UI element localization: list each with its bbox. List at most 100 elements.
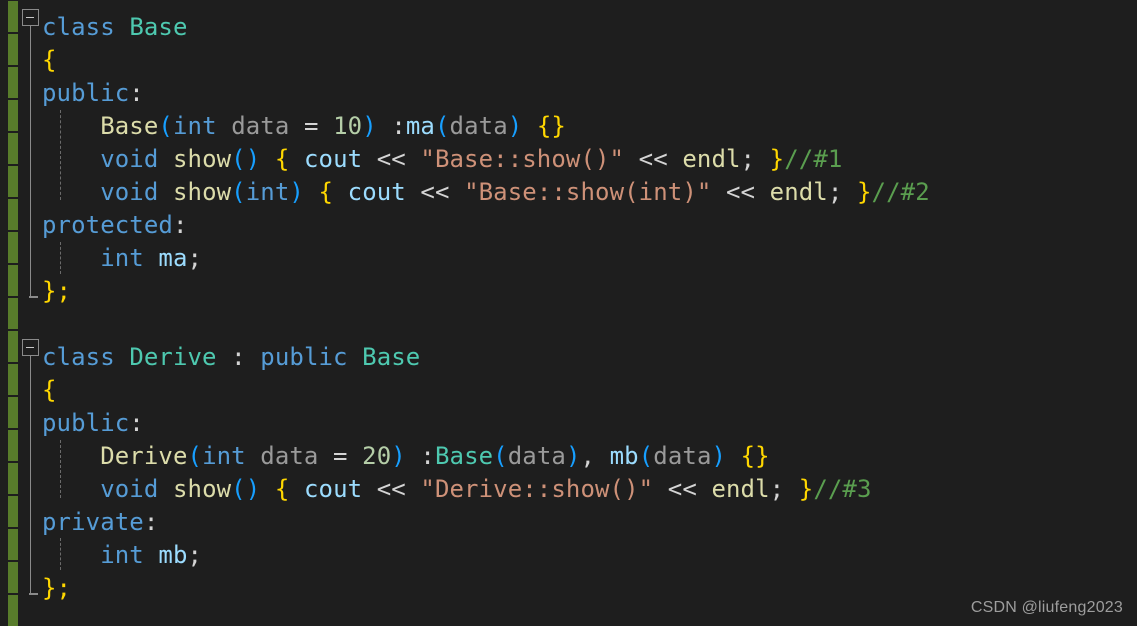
token-paren: ) (711, 442, 727, 470)
token-operator: << (376, 475, 406, 503)
code-content[interactable]: class Base { public: Base(int data = 10)… (0, 0, 1137, 625)
token-brace: {} (536, 112, 566, 140)
token-variable: cout (303, 145, 363, 173)
token-colon: : (172, 211, 188, 239)
code-line[interactable]: void show(int) { cout << "Base::show(int… (42, 176, 930, 209)
token-parameter: data (507, 442, 566, 470)
code-line[interactable]: void show() { cout << "Derive::show()" <… (42, 473, 872, 506)
token-keyword: public (42, 79, 130, 107)
token-parameter: data (231, 112, 290, 140)
token-operator: << (667, 475, 697, 503)
token-operator: = (303, 112, 319, 140)
token-keyword: int (202, 442, 246, 470)
token-string: "Base::show()" (420, 145, 625, 173)
token-number: 10 (333, 112, 363, 140)
token-operator: << (376, 145, 406, 173)
token-colon: : (231, 343, 246, 371)
token-function: Derive (100, 442, 188, 470)
code-line[interactable]: int ma; (42, 242, 202, 275)
token-keyword: int (172, 112, 217, 140)
token-function: endl (711, 475, 770, 503)
token-member: mb (158, 541, 188, 569)
code-line[interactable]: { (42, 374, 57, 407)
token-member: ma (158, 244, 188, 272)
token-keyword: void (100, 145, 159, 173)
code-editor[interactable]: class Base { public: Base(int data = 10)… (0, 0, 1137, 626)
token-colon: : (391, 112, 406, 140)
token-brace: { (318, 178, 334, 206)
token-semicolon: ; (187, 244, 203, 272)
code-line[interactable]: private: (42, 506, 158, 539)
watermark: CSDN @liufeng2023 (970, 599, 1123, 616)
token-keyword: void (100, 475, 159, 503)
token-paren: ) (507, 112, 523, 140)
token-keyword: void (100, 178, 159, 206)
token-brace: { (274, 145, 290, 173)
token-paren: ) (391, 442, 406, 470)
token-parameter: data (653, 442, 712, 470)
token-variable: cout (347, 178, 406, 206)
code-line[interactable]: void show() { cout << "Base::show()" << … (42, 143, 842, 176)
token-keyword: class (42, 343, 115, 371)
token-paren: () (231, 475, 261, 503)
token-colon: : (129, 409, 144, 437)
token-keyword: int (100, 244, 144, 272)
token-paren: ( (493, 442, 508, 470)
token-string: "Derive::show()" (420, 475, 654, 503)
token-brace: } (856, 178, 872, 206)
token-brace: {} (740, 442, 770, 470)
token-type: Base (129, 13, 188, 41)
token-brace: { (42, 46, 57, 74)
token-keyword: public (260, 343, 348, 371)
token-keyword: int (245, 178, 290, 206)
token-brace: }; (42, 574, 72, 602)
token-semicolon: ; (187, 541, 203, 569)
code-line[interactable]: Derive(int data = 20) :Base(data), mb(da… (42, 440, 770, 473)
token-function: endl (769, 178, 828, 206)
token-brace: { (42, 376, 57, 404)
token-member: ma (405, 112, 435, 140)
token-semicolon: ; (769, 475, 785, 503)
token-function: show (172, 145, 232, 173)
token-colon: : (420, 442, 435, 470)
token-comma: , (580, 442, 596, 470)
token-function: endl (682, 145, 741, 173)
code-line[interactable]: { (42, 44, 57, 77)
token-semicolon: ; (827, 178, 843, 206)
code-line[interactable]: Base(int data = 10) :ma(data) {} (42, 110, 566, 143)
token-string: "Base::show(int)" (464, 178, 712, 206)
token-parameter: data (449, 112, 508, 140)
token-function: show (172, 475, 232, 503)
token-member: mb (609, 442, 639, 470)
token-operator: = (333, 442, 348, 470)
token-paren: () (231, 145, 261, 173)
token-keyword: public (42, 409, 130, 437)
token-brace: { (274, 475, 290, 503)
token-paren: ( (434, 112, 450, 140)
code-line[interactable]: }; (42, 275, 71, 308)
token-paren: ) (565, 442, 581, 470)
code-line[interactable]: class Derive : public Base (42, 341, 420, 374)
code-line[interactable]: class Base (42, 11, 188, 44)
token-paren: ( (231, 178, 246, 206)
token-type: Derive (129, 343, 217, 371)
token-parameter: data (260, 442, 319, 470)
token-keyword: protected (42, 211, 173, 239)
code-line[interactable]: public: (42, 77, 144, 110)
token-paren: ( (638, 442, 654, 470)
code-line[interactable]: int mb; (42, 539, 202, 572)
token-paren: ( (158, 112, 173, 140)
token-keyword: int (100, 541, 144, 569)
code-line[interactable]: protected: (42, 209, 188, 242)
token-variable: cout (303, 475, 363, 503)
token-number: 20 (362, 442, 392, 470)
token-colon: : (143, 508, 159, 536)
token-function: Base (100, 112, 159, 140)
code-line[interactable]: public: (42, 407, 144, 440)
token-semicolon: ; (740, 145, 756, 173)
token-operator: << (638, 145, 668, 173)
token-paren: ) (362, 112, 377, 140)
code-line[interactable]: }; (42, 572, 71, 605)
token-brace: } (769, 145, 785, 173)
token-keyword: private (42, 508, 144, 536)
